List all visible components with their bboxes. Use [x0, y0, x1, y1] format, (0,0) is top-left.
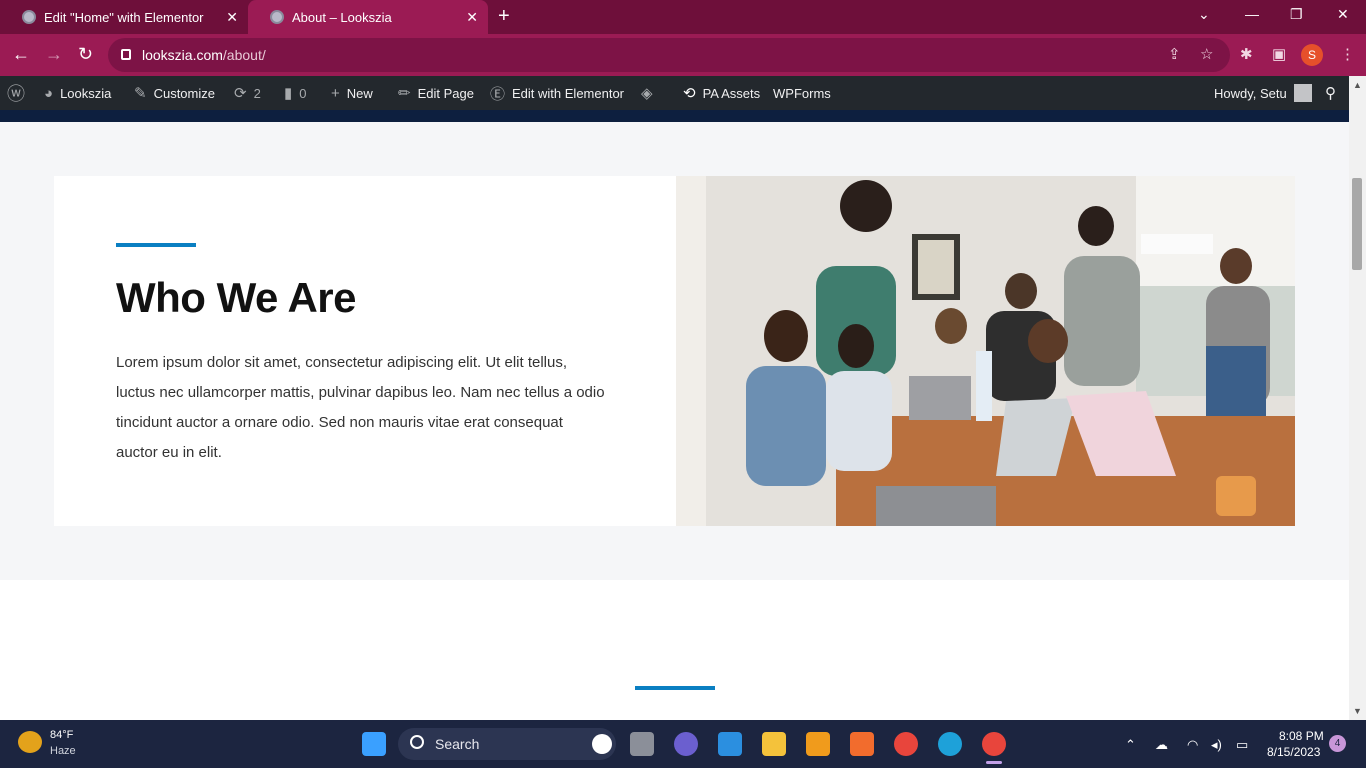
- active-app-indicator: [986, 761, 1002, 764]
- volume-icon[interactable]: ◂): [1211, 737, 1222, 753]
- admin-comments[interactable]: ▮ 0: [284, 76, 307, 110]
- admin-edit-elementor[interactable]: Ⓔ Edit with Elementor: [490, 76, 624, 110]
- teams-chat-icon[interactable]: [674, 732, 698, 756]
- profile-avatar[interactable]: S: [1301, 44, 1323, 66]
- url-path: /about/: [222, 47, 266, 63]
- edit-page-label: Edit Page: [417, 85, 474, 101]
- tab-edit-home[interactable]: Edit "Home" with Elementor ✕: [0, 0, 248, 34]
- file-explorer-icon[interactable]: [762, 732, 786, 756]
- comments-count: 0: [299, 85, 307, 101]
- menu-kebab-icon[interactable]: ⋮: [1340, 45, 1355, 63]
- tab-title: Edit "Home" with Elementor: [44, 9, 204, 25]
- admin-site-name[interactable]: ◕ Lookszia: [44, 76, 111, 110]
- close-tab-icon[interactable]: ✕: [466, 9, 478, 26]
- user-avatar: [1293, 84, 1312, 102]
- comment-bubble-icon: ▮: [284, 85, 293, 102]
- wifi-icon[interactable]: ◠: [1187, 737, 1198, 753]
- paintbrush-icon: ✎: [134, 85, 147, 102]
- lock-icon[interactable]: [121, 49, 131, 60]
- weather-sun-icon[interactable]: [18, 731, 42, 753]
- howdy-label: Howdy, Setu: [1214, 85, 1287, 101]
- scroll-down-arrow-icon[interactable]: ▼: [1353, 706, 1362, 716]
- diamond-icon: ◈: [641, 85, 653, 102]
- admin-diamond-menu[interactable]: ◈: [641, 76, 660, 110]
- extensions-puzzle-icon[interactable]: ✱: [1240, 45, 1253, 63]
- edit-elementor-label: Edit with Elementor: [512, 85, 625, 101]
- onedrive-cloud-icon[interactable]: ☁: [1155, 737, 1168, 753]
- updates-icon: ⟳: [234, 85, 247, 102]
- url-host: lookszia.com: [142, 47, 223, 63]
- wordpress-logo-icon[interactable]: ⓦ: [7, 76, 32, 110]
- close-tab-icon[interactable]: ✕: [226, 9, 238, 26]
- forward-arrow-icon[interactable]: →: [45, 44, 63, 65]
- bookmark-star-icon[interactable]: ☆: [1200, 45, 1213, 63]
- wpforms-label: WPForms: [773, 85, 831, 101]
- bing-icon[interactable]: [592, 734, 612, 754]
- page-scrollbar[interactable]: [1349, 76, 1366, 720]
- minimize-icon[interactable]: —: [1245, 6, 1259, 22]
- vscode-icon[interactable]: [718, 732, 742, 756]
- wordpress-favicon-icon: [22, 10, 36, 24]
- weather-temperature[interactable]: 84°F: [50, 729, 73, 741]
- search-icon: [410, 735, 424, 749]
- windows-start-icon[interactable]: [362, 732, 386, 756]
- admin-new[interactable]: + New: [331, 76, 373, 110]
- new-label: New: [346, 85, 373, 101]
- sublime-text-icon[interactable]: [806, 732, 830, 756]
- admin-howdy[interactable]: Howdy, Setu: [1214, 76, 1312, 110]
- xampp-icon[interactable]: [850, 732, 874, 756]
- section-accent-line: [635, 686, 715, 690]
- edge-icon[interactable]: [938, 732, 962, 756]
- elementor-icon: Ⓔ: [490, 85, 506, 103]
- tab-search-chevron-icon[interactable]: ⌄: [1198, 6, 1210, 23]
- restore-icon[interactable]: ❐: [1290, 6, 1303, 23]
- admin-pa-assets[interactable]: ⟲ PA Assets: [683, 76, 760, 110]
- scrollbar-thumb[interactable]: [1352, 178, 1362, 270]
- heading-accent-line: [116, 243, 196, 247]
- taskbar-search[interactable]: [398, 728, 616, 760]
- admin-wpforms[interactable]: WPForms: [773, 76, 831, 110]
- notification-badge[interactable]: 4: [1329, 735, 1346, 752]
- battery-icon[interactable]: ▭: [1236, 737, 1248, 753]
- admin-search-icon[interactable]: ⚲: [1325, 76, 1336, 110]
- address-bar[interactable]: [108, 38, 1230, 72]
- admin-updates[interactable]: ⟳ 2: [234, 76, 261, 110]
- refresh-assets-icon: ⟲: [683, 85, 696, 102]
- page-heading: Who We Are: [116, 274, 357, 321]
- side-panel-icon[interactable]: ▣: [1272, 45, 1286, 63]
- scroll-up-arrow-icon[interactable]: ▲: [1353, 80, 1362, 90]
- weather-condition[interactable]: Haze: [50, 745, 76, 757]
- team-photo: [676, 176, 1295, 526]
- close-window-icon[interactable]: ✕: [1337, 6, 1349, 23]
- share-icon[interactable]: ⇪: [1168, 45, 1181, 63]
- intro-paragraph: Lorem ipsum dolor sit amet, consectetur …: [116, 354, 605, 461]
- chrome-profile-icon[interactable]: [982, 732, 1006, 756]
- search-label: Search: [435, 736, 480, 752]
- url-text[interactable]: lookszia.com/about/: [142, 47, 266, 63]
- admin-customize[interactable]: ✎ Customize: [134, 76, 215, 110]
- plus-icon: +: [331, 84, 340, 102]
- chrome-icon[interactable]: [894, 732, 918, 756]
- site-favicon-icon: [270, 10, 284, 24]
- show-hidden-icons-chevron-icon[interactable]: ⌃: [1125, 737, 1136, 753]
- hero-image-bottom-edge: [0, 110, 1349, 122]
- dashboard-gauge-icon: ◕: [44, 84, 54, 102]
- back-arrow-icon[interactable]: ←: [12, 44, 30, 65]
- reload-icon[interactable]: ↻: [78, 44, 93, 65]
- admin-edit-page[interactable]: ✏ Edit Page: [398, 76, 474, 110]
- task-view-icon[interactable]: [630, 732, 654, 756]
- next-section: [0, 580, 1349, 720]
- tab-about[interactable]: About – Lookszia ✕: [248, 0, 488, 34]
- customize-label: Customize: [153, 85, 215, 101]
- clock-date[interactable]: 8/15/2023: [1267, 745, 1320, 759]
- site-name-label: Lookszia: [60, 85, 112, 101]
- pa-assets-label: PA Assets: [702, 85, 761, 101]
- new-tab-icon[interactable]: +: [498, 5, 510, 28]
- clock-time[interactable]: 8:08 PM: [1279, 729, 1324, 743]
- updates-count: 2: [253, 85, 261, 101]
- tab-title: About – Lookszia: [292, 9, 392, 25]
- pencil-icon: ✏: [398, 85, 411, 102]
